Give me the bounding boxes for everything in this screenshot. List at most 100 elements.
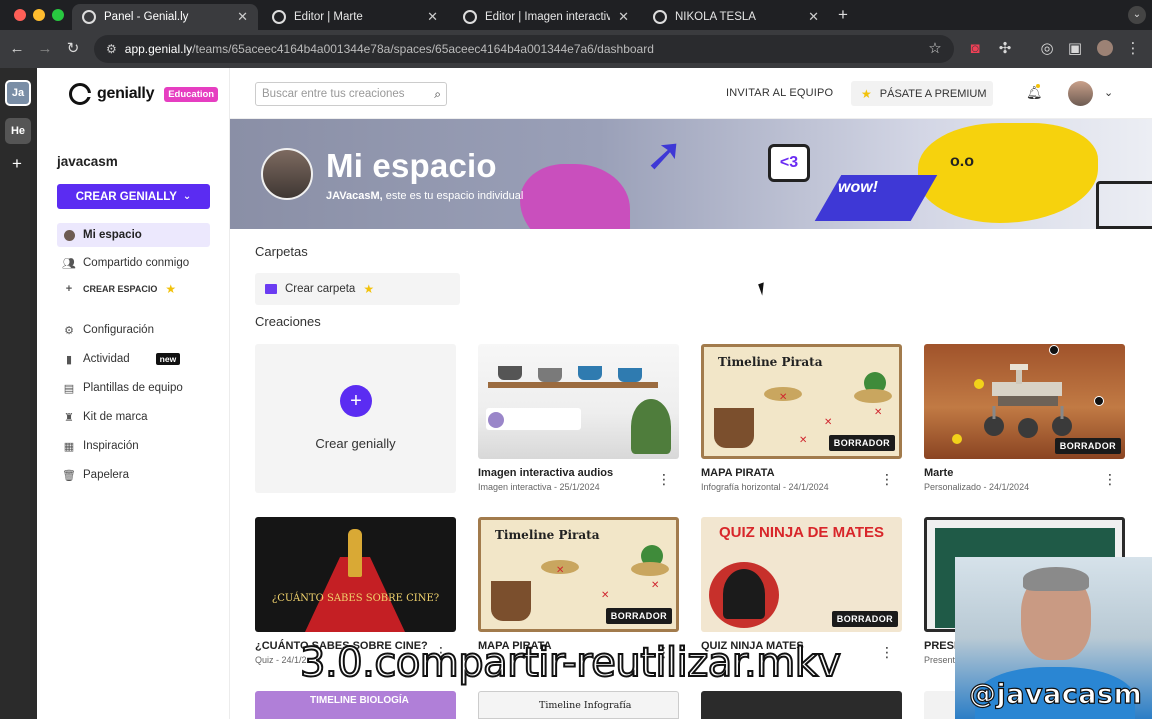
- creation-card[interactable]: Timeline Pirata ✕ ✕ ✕ BORRADOR MAPA PIRA…: [478, 517, 679, 659]
- browser-tab-bar: Panel - Genial.ly ✕ Editor | Marte ✕ Edi…: [0, 0, 1152, 30]
- extensions-icon[interactable]: ✣: [996, 40, 1014, 58]
- browser-tab-imagen[interactable]: Editor | Imagen interactiva au ✕: [453, 4, 639, 30]
- creation-thumbnail[interactable]: ¿CUÁNTO SABES SOBRE CINE?: [255, 517, 456, 632]
- minimize-window-icon[interactable]: [33, 9, 45, 21]
- draft-badge: BORRADOR: [828, 435, 895, 451]
- window-sticker: [1096, 181, 1152, 229]
- search-icon[interactable]: ⌕: [434, 87, 441, 102]
- sidebar-item-label: Papelera: [83, 469, 130, 481]
- more-options-icon[interactable]: ⋮: [1103, 472, 1117, 486]
- sidebar-item-label: Configuración: [83, 324, 154, 336]
- creation-thumbnail[interactable]: Timeline Infografía: [478, 691, 679, 719]
- sidebar-item-papelera[interactable]: 🗑︎ Papelera: [57, 463, 210, 487]
- creation-card[interactable]: QUIZ NINJA DE MATES BORRADOR QUIZ NINJA …: [701, 517, 902, 659]
- creation-title: Marte: [924, 467, 954, 479]
- sidebar-item-label: Actividad: [83, 353, 130, 365]
- audio-play-icon: [488, 412, 504, 428]
- browser-menu-icon[interactable]: ⋮: [1124, 40, 1142, 58]
- pocket-icon[interactable]: ◙: [966, 40, 984, 58]
- creation-thumbnail[interactable]: BORRADOR: [924, 344, 1125, 459]
- sidebar-item-inspiracion[interactable]: ▦ Inspiración: [57, 434, 210, 458]
- browser-tab-panel[interactable]: Panel - Genial.ly ✕: [72, 4, 258, 30]
- add-workspace-button[interactable]: +: [12, 154, 22, 174]
- user-avatar[interactable]: [1068, 81, 1093, 106]
- close-tab-icon[interactable]: ✕: [427, 9, 438, 25]
- top-bar: Buscar entre tus creaciones ⌕ INVITAR AL…: [230, 68, 1152, 119]
- reload-icon[interactable]: ↻: [64, 40, 82, 58]
- more-options-icon[interactable]: ⋮: [880, 472, 894, 486]
- sidebar-item-kit-marca[interactable]: ♜ Kit de marca: [57, 405, 210, 429]
- create-genially-label: CREAR GENIALLY: [75, 190, 177, 203]
- tab-search-icon[interactable]: ⌄: [1128, 6, 1146, 24]
- url-bar[interactable]: ⚙ app.genial.ly /teams/65aceec4164b4a001…: [94, 35, 954, 63]
- browser-tab-tesla[interactable]: NIKOLA TESLA ✕: [643, 4, 829, 30]
- forward-icon[interactable]: →: [36, 40, 54, 58]
- sidebar-item-label: Mi espacio: [83, 229, 142, 241]
- thumb-title: TIMELINE BIOLOGÍA: [310, 695, 409, 706]
- close-tab-icon[interactable]: ✕: [808, 9, 819, 25]
- new-badge: new: [155, 353, 181, 365]
- sidebar-item-label: Compartido conmigo: [83, 257, 190, 269]
- chevron-down-icon[interactable]: ⌄: [1104, 86, 1113, 99]
- close-tab-icon[interactable]: ✕: [618, 9, 629, 25]
- invite-team-button[interactable]: INVITAR AL EQUIPO: [726, 87, 833, 99]
- bar-chart-icon: ▮: [65, 353, 73, 366]
- creation-thumbnail[interactable]: [478, 344, 679, 459]
- bookmark-star-icon[interactable]: ☆: [926, 40, 944, 58]
- genially-favicon-icon: [653, 10, 667, 24]
- create-folder-button[interactable]: Crear carpeta ★: [255, 273, 460, 305]
- trash-icon: 🗑︎: [62, 469, 76, 482]
- genially-logo-icon: [69, 83, 91, 105]
- maximize-window-icon[interactable]: [52, 9, 64, 21]
- notification-dot: [1036, 84, 1040, 88]
- workspace-he[interactable]: He: [5, 118, 31, 144]
- folder-plus-icon: [265, 284, 277, 294]
- profile-avatar-icon[interactable]: [1096, 40, 1114, 58]
- sidebar-item-actividad[interactable]: ▮ Actividad new: [57, 347, 210, 371]
- browser-tab-marte[interactable]: Editor | Marte ✕: [262, 4, 448, 30]
- sidebar-item-label: Inspiración: [83, 440, 139, 452]
- creation-card[interactable]: BORRADOR Marte Personalizado - 24/1/2024…: [924, 344, 1125, 492]
- creation-thumbnail[interactable]: TIMELINE BIOLOGÍA: [255, 691, 456, 719]
- education-badge: Education: [164, 86, 219, 102]
- creation-thumbnail[interactable]: QUIZ NINJA DE MATES BORRADOR: [701, 517, 902, 632]
- draft-badge: BORRADOR: [605, 608, 672, 624]
- notifications-bell-icon[interactable]: 🔔︎: [1026, 85, 1043, 101]
- genially-favicon-icon: [463, 10, 477, 24]
- sidebar-item-crear-espacio[interactable]: + CREAR ESPACIO ★: [57, 277, 210, 301]
- people-icon: 👥︎: [62, 257, 76, 270]
- sidebar-item-configuracion[interactable]: ⚙ Configuración: [57, 318, 210, 342]
- thumb-title: ¿CUÁNTO SABES SOBRE CINE?: [271, 593, 440, 604]
- more-options-icon[interactable]: ⋮: [880, 645, 894, 659]
- close-tab-icon[interactable]: ✕: [237, 9, 248, 25]
- creation-thumbnail[interactable]: Timeline Pirata ✕ ✕ ✕ ✕ BORRADOR: [701, 344, 902, 459]
- cursor-sticker-icon: ➚: [645, 128, 684, 180]
- sidebar-toggle-icon[interactable]: ▣: [1066, 40, 1084, 58]
- sidebar-item-compartido[interactable]: 👥︎ Compartido conmigo: [57, 251, 210, 275]
- webcam-overlay: @javacasm: [955, 557, 1152, 719]
- url-path: /teams/65aceec4164b4a001344e78a/spaces/6…: [192, 42, 654, 56]
- create-genially-button[interactable]: CREAR GENIALLY ⌄: [57, 184, 210, 209]
- creation-thumbnail[interactable]: [701, 691, 902, 719]
- premium-button[interactable]: ★ PÁSATE A PREMIUM: [851, 81, 993, 106]
- genially-logo[interactable]: genially Education: [69, 83, 219, 105]
- sidebar-item-plantillas[interactable]: ▤ Plantillas de equipo: [57, 376, 210, 400]
- close-window-icon[interactable]: [14, 9, 26, 21]
- sidebar-item-mi-espacio[interactable]: Mi espacio: [57, 223, 210, 247]
- creation-card[interactable]: Timeline Pirata ✕ ✕ ✕ ✕ BORRADOR MAPA PI…: [701, 344, 902, 492]
- create-folder-label: Crear carpeta: [285, 283, 356, 295]
- creation-card[interactable]: Imagen interactiva audios Imagen interac…: [478, 344, 679, 492]
- workspace-ja[interactable]: Ja: [5, 80, 31, 106]
- extension-icon[interactable]: ◎: [1038, 40, 1056, 58]
- new-tab-button[interactable]: +: [838, 5, 848, 25]
- back-icon[interactable]: ←: [8, 40, 26, 58]
- creation-title: MAPA PIRATA: [701, 467, 775, 479]
- thumb-title: Timeline Infografía: [539, 700, 632, 711]
- wow-sticker: wow!: [838, 179, 878, 196]
- creation-thumbnail[interactable]: Timeline Pirata ✕ ✕ ✕ BORRADOR: [478, 517, 679, 632]
- site-info-icon[interactable]: ⚙: [106, 42, 117, 56]
- search-input[interactable]: Buscar entre tus creaciones ⌕: [255, 82, 447, 106]
- create-genially-card[interactable]: + Crear genially: [255, 344, 456, 493]
- more-options-icon[interactable]: ⋮: [657, 472, 671, 486]
- url-host: app.genial.ly: [124, 42, 193, 56]
